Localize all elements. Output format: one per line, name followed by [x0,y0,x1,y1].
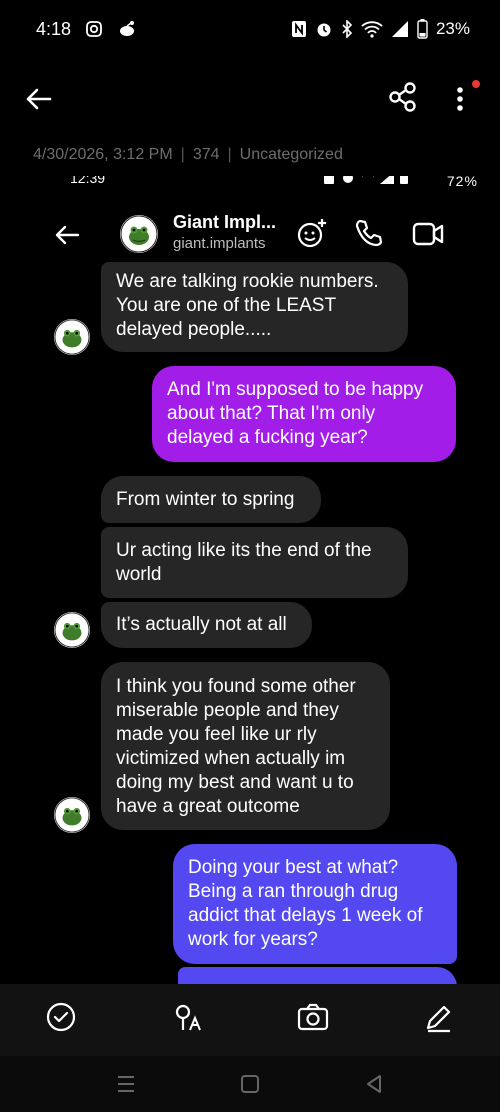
share-button[interactable] [386,80,420,114]
viewer-top-bar [0,72,500,124]
status-time: 4:18 [36,18,72,39]
home-button[interactable] [236,1070,264,1098]
message-bubble-sent[interactable]: And I'm supposed to be happy about that?… [152,366,456,462]
check-circle-icon [46,1002,76,1032]
effects-button[interactable] [296,217,328,249]
sender-avatar[interactable] [54,797,90,833]
message-bubble-received[interactable]: We are talking rookie numbers. You are o… [101,262,408,352]
arrow-left-icon [26,88,52,110]
edit-button[interactable] [422,1000,456,1034]
meta-divider: | [227,146,232,163]
video-camera-icon [412,222,444,246]
frog-logo-icon [54,319,90,355]
battery-percent: 23% [435,19,470,38]
inner-status-icons: 72% [322,176,478,189]
battery-icon [417,19,428,39]
camera-button[interactable] [296,1000,330,1034]
cellular-signal-icon [391,20,409,38]
camera-icon [297,1003,329,1031]
contact-name[interactable]: Giant Impl... [173,212,276,233]
inner-status-battery: 72% [446,176,478,189]
contact-username[interactable]: giant.implants [173,235,266,252]
reddit-notification-icon [117,20,137,38]
bluetooth-icon [341,20,353,38]
recent-apps-button[interactable] [112,1070,140,1098]
back-triangle-icon [367,1075,381,1093]
video-call-button[interactable] [412,219,444,249]
select-button[interactable] [44,1000,78,1034]
inner-status-time: 12:39 [70,176,106,186]
sender-avatar[interactable] [54,319,90,355]
system-back-button[interactable] [360,1070,388,1098]
instagram-notification-icon [85,20,103,38]
arrow-left-icon [55,225,80,245]
nfc-icon [291,20,307,38]
back-button[interactable] [22,82,56,116]
text-recognition-icon [175,1004,201,1031]
text-recognition-button[interactable] [172,1000,206,1034]
notification-dot [472,80,480,88]
message-bubble-received[interactable]: Ur acting like its the end of the world [101,527,408,598]
message-bubble-sent-partial[interactable] [178,967,457,984]
message-bubble-received[interactable]: From winter to spring [101,476,321,523]
home-icon [241,1075,259,1093]
phone-icon [355,219,383,247]
meta-count: 374 [192,146,220,163]
contact-avatar[interactable] [120,215,158,253]
viewer-bottom-toolbar [0,984,500,1056]
message-bubble-sent[interactable]: Doing your best at what? Being a ran thr… [173,844,457,964]
inner-status-bar: 12:39 72% [0,176,500,189]
recents-icon [118,1076,134,1092]
frog-logo-icon [54,612,90,648]
system-nav-bar [0,1056,500,1112]
screenshot-image[interactable]: 12:39 72% Giant Impl... giant.implants W… [0,176,500,984]
frog-logo-icon [120,215,158,253]
more-vertical-icon [457,87,463,111]
more-options-button[interactable] [448,80,472,118]
sender-avatar[interactable] [54,612,90,648]
pencil-icon [426,1005,451,1033]
chat-back-button[interactable] [52,220,82,250]
alarm-icon [315,20,333,38]
voice-call-button[interactable] [354,218,384,248]
status-bar: 4:18 23% [0,0,500,58]
message-bubble-received[interactable]: I think you found some other miserable p… [101,662,390,830]
meta-date: 4/30/2026, 3:12 PM [33,146,173,163]
image-metadata: 4/30/2026, 3:12 PM | 374 | Uncategorized [33,146,343,164]
chat-header: Giant Impl... giant.implants [0,206,500,264]
frog-logo-icon [54,797,90,833]
wifi-icon [361,20,383,38]
meta-divider: | [180,146,185,163]
message-bubble-received[interactable]: It’s actually not at all [101,602,312,648]
share-icon [389,82,416,112]
effects-icon [297,219,326,248]
meta-category: Uncategorized [239,146,343,163]
